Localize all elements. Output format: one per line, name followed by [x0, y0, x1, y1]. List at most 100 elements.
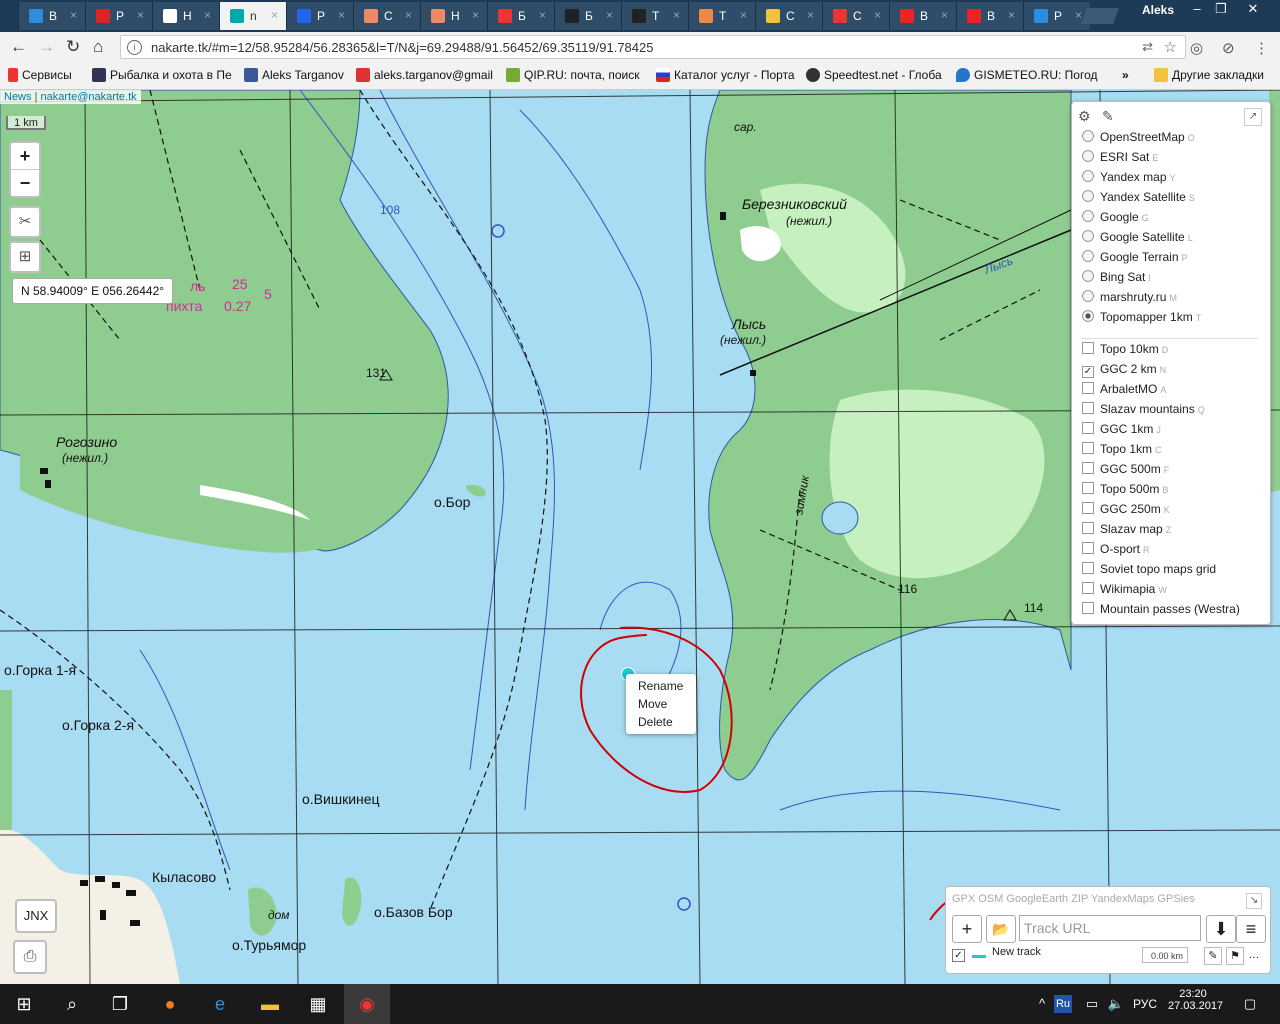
zoom-out-button[interactable]: −	[11, 170, 39, 196]
lang-badge[interactable]: Ru	[1054, 995, 1072, 1013]
overlay-layer-option[interactable]: Slazav mountains Q	[1082, 402, 1205, 422]
menu-item-delete[interactable]: Delete	[638, 715, 673, 729]
overlay-layer-option[interactable]: Topo 1km C	[1082, 442, 1162, 462]
info-icon[interactable]: i	[127, 40, 142, 55]
track-url-input[interactable]: Track URL	[1019, 915, 1201, 941]
tab-13[interactable]: В ×	[889, 2, 956, 30]
minimize-icon[interactable]: ‒	[1184, 1, 1210, 16]
bookmark-services[interactable]: Сервисы	[8, 68, 72, 82]
extension-icon[interactable]: ◎	[1190, 39, 1203, 57]
profile-name[interactable]: Aleks	[1142, 3, 1174, 17]
track-color-swatch[interactable]	[972, 955, 986, 958]
checkbox[interactable]	[1082, 382, 1094, 394]
firefox-icon[interactable]: ●	[158, 992, 182, 1016]
radio-button[interactable]	[1082, 270, 1094, 282]
radio-button[interactable]	[1082, 290, 1094, 302]
store-icon[interactable]: ▦	[306, 992, 330, 1016]
volume-icon[interactable]: 🔈	[1104, 992, 1128, 1016]
open-file-button[interactable]: 📂	[986, 915, 1016, 943]
expand-tracks-icon[interactable]: ↘	[1246, 893, 1262, 909]
checkbox[interactable]	[1082, 462, 1094, 474]
tab-4[interactable]: Р ×	[286, 2, 353, 30]
tab-5[interactable]: С ×	[353, 2, 420, 30]
checkbox[interactable]	[1082, 562, 1094, 574]
radio-button[interactable]	[1082, 230, 1094, 242]
checkbox[interactable]	[1082, 542, 1094, 554]
tab-close-icon[interactable]: ×	[472, 8, 479, 22]
add-point-icon[interactable]: ⚑	[1226, 947, 1244, 965]
settings-icon[interactable]: ⚙	[1078, 108, 1091, 125]
overlay-layer-option[interactable]: GGC 1km J	[1082, 422, 1161, 442]
radio-button[interactable]	[1082, 130, 1094, 142]
radio-button[interactable]	[1082, 210, 1094, 222]
tab-10[interactable]: Т ×	[688, 2, 755, 30]
tab-close-icon[interactable]: ×	[338, 8, 345, 22]
tab-15[interactable]: Р ×	[1023, 2, 1090, 30]
tab-close-icon[interactable]: ×	[204, 8, 211, 22]
tab-12[interactable]: С ×	[822, 2, 889, 30]
checkbox[interactable]	[1082, 402, 1094, 414]
tray-chevron-icon[interactable]: ^	[1030, 992, 1054, 1016]
overlay-layer-option[interactable]: Topo 10km D	[1082, 342, 1168, 362]
checkbox[interactable]	[1082, 582, 1094, 594]
notifications-icon[interactable]: ▢	[1238, 992, 1262, 1016]
new-tab-button[interactable]	[1081, 8, 1119, 24]
bookmark-facebook[interactable]: Aleks Targanov	[244, 68, 344, 82]
tab-close-icon[interactable]: ×	[874, 8, 881, 22]
chrome-icon[interactable]: ◉	[344, 984, 390, 1024]
overlay-layer-option[interactable]: Slazav map Z	[1082, 522, 1171, 542]
reload-icon[interactable]: ↻	[66, 37, 80, 57]
tab-close-icon[interactable]: ×	[673, 8, 680, 22]
overlay-layer-option[interactable]: Mountain passes (Westra)	[1082, 602, 1243, 622]
tab-close-icon[interactable]: ×	[1008, 8, 1015, 22]
language-indicator[interactable]: РУС	[1130, 992, 1160, 1016]
base-layer-option[interactable]: Google Terrain P	[1082, 250, 1188, 270]
overlay-layer-option[interactable]: Wikimapia W	[1082, 582, 1167, 602]
overlay-layer-option[interactable]: ✓ GGC 2 km N	[1082, 362, 1166, 382]
bookmark-qip[interactable]: QIP.RU: почта, поиск	[506, 68, 639, 82]
radio-button[interactable]	[1082, 190, 1094, 202]
radio-button[interactable]	[1082, 310, 1094, 322]
tab-close-icon[interactable]: ×	[740, 8, 747, 22]
base-layer-option[interactable]: Yandex map Y	[1082, 170, 1176, 190]
tracks-menu-icon[interactable]: ≡	[1236, 915, 1266, 943]
checkbox[interactable]	[1082, 502, 1094, 514]
overlay-layer-option[interactable]: Topo 500m B	[1082, 482, 1168, 502]
network-icon[interactable]: ▭	[1080, 992, 1104, 1016]
add-track-button[interactable]: +	[952, 915, 982, 943]
tab-close-icon[interactable]: ×	[539, 8, 546, 22]
menu-item-move[interactable]: Move	[638, 697, 667, 711]
collapse-panel-icon[interactable]: ↗	[1244, 108, 1262, 126]
checkbox[interactable]: ✓	[1082, 366, 1094, 378]
base-layer-option[interactable]: Topomapper 1km T	[1082, 310, 1201, 330]
overlay-layer-option[interactable]: O-sport R	[1082, 542, 1150, 562]
checkbox[interactable]	[1082, 522, 1094, 534]
tab-8[interactable]: Б ×	[554, 2, 621, 30]
tab-close-icon[interactable]: ×	[271, 8, 278, 22]
base-layer-option[interactable]: ESRI Sat E	[1082, 150, 1158, 170]
forward-icon[interactable]: →	[38, 37, 55, 57]
checkbox[interactable]	[1082, 342, 1094, 354]
back-icon[interactable]: ←	[10, 37, 27, 57]
base-layer-option[interactable]: marshruty.ru M	[1082, 290, 1177, 310]
measure-tool-icon[interactable]: ✂	[9, 206, 41, 238]
track-visibility-checkbox[interactable]: ✓	[952, 949, 965, 962]
tab-3[interactable]: n ×	[219, 2, 286, 30]
start-icon[interactable]: ⊞	[12, 992, 36, 1016]
radio-button[interactable]	[1082, 150, 1094, 162]
tab-close-icon[interactable]: ×	[405, 8, 412, 22]
explorer-icon[interactable]: ▬	[258, 992, 282, 1016]
jnx-button[interactable]: JNX	[15, 899, 57, 933]
address-bar[interactable]: i nakarte.tk/#m=12/58.95284/56.28365&l=T…	[120, 35, 1186, 59]
menu-item-rename[interactable]: Rename	[638, 679, 683, 693]
base-layer-option[interactable]: OpenStreetMap O	[1082, 130, 1195, 150]
bookmarks-overflow[interactable]: »	[1122, 68, 1129, 82]
email-link[interactable]: nakarte@nakarte.tk	[41, 91, 137, 103]
tab-close-icon[interactable]: ×	[606, 8, 613, 22]
tab-close-icon[interactable]: ×	[941, 8, 948, 22]
tab-0[interactable]: В ×	[18, 2, 85, 30]
base-layer-option[interactable]: Google Satellite L	[1082, 230, 1193, 250]
tab-1[interactable]: Р ×	[85, 2, 152, 30]
translate-icon[interactable]: ⇄	[1142, 39, 1153, 55]
tab-close-icon[interactable]: ×	[1075, 8, 1082, 22]
